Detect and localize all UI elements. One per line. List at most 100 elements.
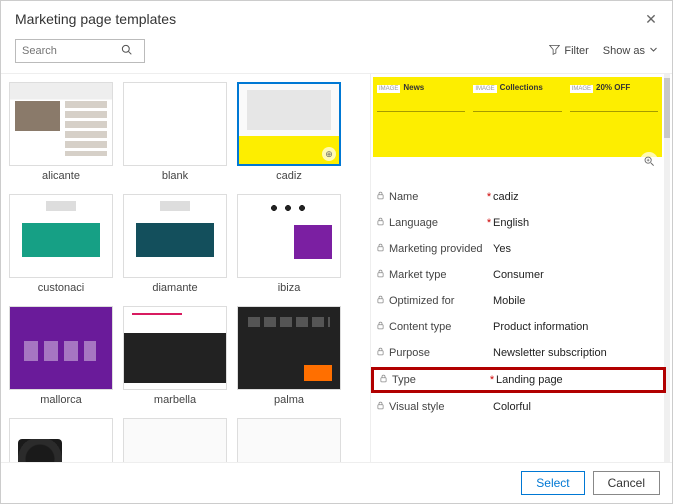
field-row: Market type Consumer — [373, 262, 664, 288]
chevron-down-icon — [649, 45, 658, 57]
dialog-title: Marketing page templates — [15, 11, 644, 27]
search-input[interactable] — [16, 45, 116, 57]
template-card-diamante[interactable]: diamante — [123, 194, 227, 300]
required-indicator: * — [485, 217, 493, 229]
preview-headline: News — [403, 83, 424, 92]
field-row: Optimized for Mobile — [373, 288, 664, 314]
template-detail: IMAGENewsIMAGECollectionsIMAGE20% OFF Na… — [371, 74, 672, 462]
preview-headline: Collections — [500, 83, 543, 92]
select-button[interactable]: Select — [521, 471, 584, 495]
field-label: Language — [387, 217, 485, 229]
show-as-button[interactable]: Show as — [603, 45, 658, 57]
template-card-blank[interactable]: blank — [123, 82, 227, 188]
preview-chip: IMAGE — [570, 85, 593, 93]
template-name: marbella — [123, 390, 227, 412]
lock-icon — [373, 401, 387, 413]
preview-chip: IMAGE — [473, 85, 496, 93]
template-card-partial[interactable] — [9, 418, 113, 462]
lock-icon — [373, 269, 387, 281]
dialog-toolbar: Filter Show as — [1, 33, 672, 74]
template-preview: IMAGENewsIMAGECollectionsIMAGE20% OFF — [373, 74, 662, 174]
preview-column: IMAGE20% OFF — [566, 77, 662, 157]
field-value: Yes — [493, 243, 664, 255]
template-card-custonaci[interactable]: custonaci — [9, 194, 113, 300]
template-name: ibiza — [237, 278, 341, 300]
lock-icon — [373, 347, 387, 359]
template-name: blank — [123, 166, 227, 188]
close-icon[interactable]: ✕ — [644, 12, 658, 26]
template-thumbnail — [237, 418, 341, 462]
dialog-header: Marketing page templates ✕ — [1, 1, 672, 33]
field-value: English — [493, 217, 664, 229]
template-thumbnail — [123, 82, 227, 166]
template-name: alicante — [9, 166, 113, 188]
lock-icon — [373, 321, 387, 333]
required-indicator: * — [488, 374, 496, 386]
template-card-marbella[interactable]: marbella — [123, 306, 227, 412]
field-label: Visual style — [387, 401, 485, 413]
field-row: Language*English — [373, 210, 664, 236]
field-row: Type*Landing page — [371, 367, 666, 393]
template-gallery[interactable]: alicante blank ⊕ cadiz custonaci diamante ibiz… — [1, 74, 371, 462]
field-row: Purpose Newsletter subscription — [373, 340, 664, 366]
template-card-ibiza[interactable]: ibiza — [237, 194, 341, 300]
field-row: Content type Product information — [373, 314, 664, 340]
required-indicator: * — [485, 191, 493, 203]
search-icon[interactable] — [116, 44, 136, 58]
show-as-label: Show as — [603, 45, 645, 57]
preview-column: IMAGENews — [373, 77, 469, 157]
template-thumbnail: ⊕ — [237, 82, 341, 166]
filter-icon — [549, 44, 560, 58]
field-value: Mobile — [493, 295, 664, 307]
filter-label: Filter — [564, 45, 588, 57]
field-row: Name*cadiz — [373, 184, 664, 210]
field-label: Optimized for — [387, 295, 485, 307]
zoom-icon[interactable] — [640, 152, 658, 170]
template-card-cadiz[interactable]: ⊕ cadiz — [237, 82, 341, 188]
field-value: cadiz — [493, 191, 664, 203]
template-thumbnail — [237, 194, 341, 278]
field-value: Consumer — [493, 269, 664, 281]
template-thumbnail — [123, 194, 227, 278]
template-thumbnail — [9, 306, 113, 390]
field-row: Marketing provided Yes — [373, 236, 664, 262]
filter-button[interactable]: Filter — [549, 44, 588, 58]
template-name: custonaci — [9, 278, 113, 300]
template-thumbnail — [9, 82, 113, 166]
field-label: Name — [387, 191, 485, 203]
search-box[interactable] — [15, 39, 145, 63]
dialog-body: alicante blank ⊕ cadiz custonaci diamante ibiz… — [1, 74, 672, 462]
lock-icon — [376, 374, 390, 386]
template-card-mallorca[interactable]: mallorca — [9, 306, 113, 412]
lock-icon — [373, 295, 387, 307]
field-label: Purpose — [387, 347, 485, 359]
lock-icon — [373, 243, 387, 255]
template-card-alicante[interactable]: alicante — [9, 82, 113, 188]
template-name: palma — [237, 390, 341, 412]
template-name: diamante — [123, 278, 227, 300]
lock-icon — [373, 191, 387, 203]
template-name: cadiz — [237, 166, 341, 188]
cancel-button[interactable]: Cancel — [593, 471, 660, 495]
field-label: Market type — [387, 269, 485, 281]
field-label: Marketing provided — [387, 243, 485, 255]
field-label: Content type — [387, 321, 485, 333]
lock-icon — [373, 217, 387, 229]
template-picker-dialog: Marketing page templates ✕ Filter Show a… — [0, 0, 673, 504]
zoom-icon[interactable]: ⊕ — [322, 147, 336, 161]
template-name: mallorca — [9, 390, 113, 412]
field-value: Product information — [493, 321, 664, 333]
preview-headline: 20% OFF — [596, 83, 630, 92]
template-card-palma[interactable]: palma — [237, 306, 341, 412]
preview-chip: IMAGE — [377, 85, 400, 93]
field-value: Landing page — [496, 374, 661, 386]
template-fields: Name*cadizLanguage*EnglishMarketing prov… — [371, 180, 672, 462]
template-card-partial[interactable] — [237, 418, 341, 462]
field-value: Newsletter subscription — [493, 347, 664, 359]
template-thumbnail — [9, 418, 113, 462]
template-card-partial[interactable] — [123, 418, 227, 462]
field-row: Visual style Colorful — [373, 394, 664, 420]
field-value: Colorful — [493, 401, 664, 413]
preview-column: IMAGE Collections — [469, 77, 565, 157]
template-thumbnail — [9, 194, 113, 278]
